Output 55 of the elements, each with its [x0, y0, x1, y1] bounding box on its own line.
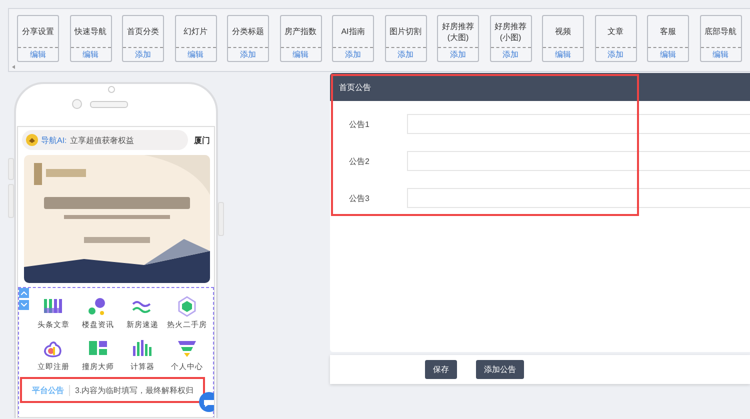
module-label: 幻灯片: [184, 26, 208, 37]
input-field[interactable]: [407, 151, 750, 171]
bar-chart-icon[interactable]: [131, 338, 154, 359]
search-text: 立享超值获奢权益: [70, 134, 134, 146]
module-label: 首页分类: [127, 26, 159, 37]
module-label: (小图): [500, 32, 522, 42]
module-action-link[interactable]: 编辑: [648, 48, 688, 61]
add-button[interactable]: 添加公告: [476, 360, 524, 379]
scroll-left-icon[interactable]: [11, 64, 17, 70]
notice-title: 平台公告: [26, 384, 70, 396]
input-field[interactable]: [407, 114, 750, 134]
module-label: 图片切割: [390, 26, 422, 37]
module-label: 房产指数: [284, 26, 316, 37]
save-button[interactable]: 保存: [425, 360, 457, 379]
hexagon-icon[interactable]: [176, 296, 198, 317]
module-action-link[interactable]: 添加: [438, 48, 478, 61]
module-label: 快速导航: [74, 26, 106, 37]
module-label: 视频: [555, 26, 571, 37]
module-label: 文章: [608, 26, 624, 37]
field-label: 公告2: [348, 156, 370, 166]
input-field[interactable]: [407, 188, 750, 208]
module-action-link[interactable]: 编辑: [70, 48, 110, 61]
module-label: 好房推荐: [442, 20, 474, 32]
module-label: 分享设置: [22, 26, 54, 37]
up-arrow-icon[interactable]: [19, 288, 29, 298]
module-action-link[interactable]: 添加: [228, 48, 268, 61]
search-prefix: 导航AI:: [41, 134, 67, 146]
module-action-link[interactable]: 编辑: [176, 48, 216, 61]
notice-text: 3.内容为临时填写，最终解释权归: [75, 384, 194, 396]
module-action-link[interactable]: 添加: [490, 48, 530, 61]
speaker-slot: [90, 101, 128, 108]
module-action-link[interactable]: 编辑: [700, 48, 740, 61]
module-label: 分类标题: [232, 26, 264, 37]
down-arrow-icon[interactable]: [19, 300, 29, 310]
module-action-link[interactable]: 编辑: [280, 48, 320, 61]
module-action-link[interactable]: 添加: [596, 48, 636, 61]
module-label: (大图): [447, 32, 469, 42]
funnel-icon[interactable]: [176, 338, 198, 359]
panel-header: 首页公告: [330, 73, 750, 101]
module-label: 客服: [660, 26, 676, 37]
module-action-link[interactable]: 编辑: [543, 48, 583, 61]
module-label: AI指南: [341, 26, 365, 37]
module-action-link[interactable]: 编辑: [18, 48, 58, 61]
chat-icon[interactable]: [199, 392, 214, 412]
search-bar[interactable]: 导航AI: 立享超值获奢权益: [22, 130, 188, 150]
sensor-dot: [108, 86, 115, 93]
field-label: 公告1: [348, 118, 370, 130]
module-label: 底部导航: [704, 26, 736, 37]
badge-icon: [26, 134, 38, 146]
module-label: 好房推荐: [494, 20, 526, 32]
module-action-link[interactable]: 添加: [386, 48, 426, 61]
city-label[interactable]: 厦门: [194, 134, 210, 146]
module-action-link[interactable]: 添加: [123, 48, 163, 61]
field-label: 公告3: [348, 192, 370, 204]
module-action-link[interactable]: 添加: [333, 48, 373, 61]
